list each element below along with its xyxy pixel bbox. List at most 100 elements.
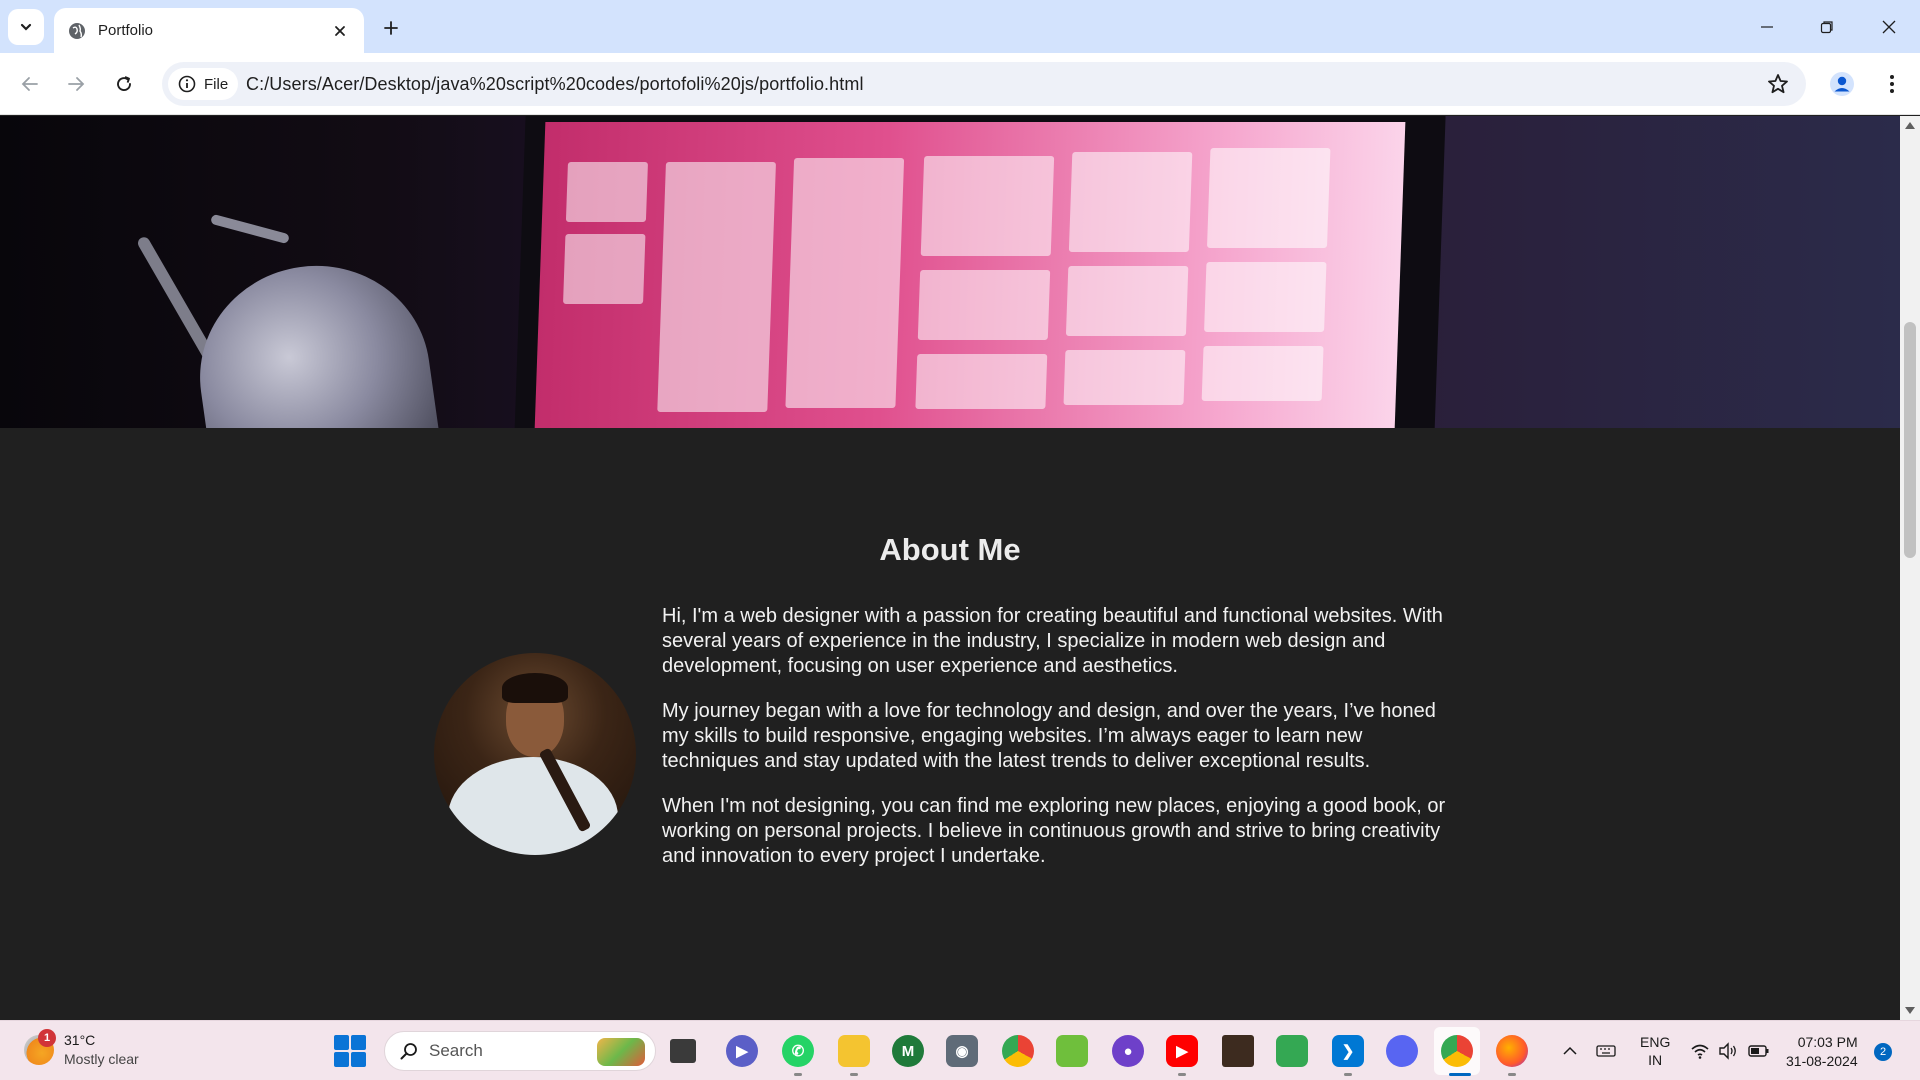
running-indicator bbox=[1344, 1073, 1352, 1076]
file-explorer-icon[interactable] bbox=[838, 1035, 870, 1067]
screen-card bbox=[1204, 262, 1327, 332]
screen-card bbox=[917, 270, 1051, 340]
notification-badge[interactable]: 2 bbox=[1874, 1043, 1892, 1061]
clock-time: 07:03 PM bbox=[1797, 1034, 1858, 1050]
screen-card bbox=[915, 354, 1048, 409]
new-tab-button[interactable] bbox=[376, 13, 406, 43]
photo-shirt bbox=[448, 757, 618, 855]
vscode-icon[interactable]: ❯ bbox=[1332, 1035, 1364, 1067]
back-button[interactable] bbox=[12, 66, 48, 102]
screen-card bbox=[1206, 148, 1331, 248]
camera-icon[interactable]: ◉ bbox=[946, 1035, 978, 1067]
chrome-active-icon[interactable] bbox=[1441, 1035, 1473, 1067]
screen-card bbox=[1063, 350, 1186, 405]
tab-close-button[interactable] bbox=[328, 19, 352, 43]
screen-card bbox=[1068, 152, 1193, 252]
chat-icon[interactable] bbox=[1276, 1035, 1308, 1067]
discord-icon[interactable] bbox=[1386, 1035, 1418, 1067]
scroll-down-arrow-icon[interactable] bbox=[1905, 1007, 1915, 1014]
about-paragraph: Hi, I'm a web designer with a passion fo… bbox=[662, 605, 1443, 677]
site-chip-label: File bbox=[204, 75, 229, 93]
chrome-icon[interactable] bbox=[1002, 1035, 1034, 1067]
screen-card bbox=[920, 156, 1055, 256]
start-button[interactable] bbox=[334, 1035, 366, 1067]
teams-meet-icon[interactable]: ▶ bbox=[726, 1035, 758, 1067]
youtube-icon[interactable]: ▶ bbox=[1166, 1035, 1198, 1067]
address-bar[interactable]: File C:/Users/Acer/Desktop/java%20script… bbox=[162, 62, 1806, 106]
region-code: IN bbox=[1648, 1052, 1663, 1068]
windows-logo-pane bbox=[351, 1052, 366, 1067]
screen-card bbox=[1201, 346, 1324, 401]
language-indicator[interactable]: ENG IN bbox=[1640, 1033, 1670, 1069]
close-window-button[interactable] bbox=[1866, 7, 1912, 47]
about-paragraph: When I'm not designing, you can find me … bbox=[662, 795, 1446, 867]
restore-icon bbox=[1820, 21, 1833, 34]
running-indicator bbox=[1508, 1073, 1516, 1076]
forward-button[interactable] bbox=[58, 66, 94, 102]
weather-widget[interactable]: 1 31°C Mostly clear bbox=[24, 1029, 139, 1069]
firefox-icon[interactable] bbox=[1496, 1035, 1528, 1067]
laptop-screen bbox=[533, 122, 1406, 428]
search-highlight-icon bbox=[597, 1038, 645, 1066]
running-indicator bbox=[1178, 1073, 1186, 1076]
volume-icon[interactable] bbox=[1718, 1042, 1738, 1060]
tab-strip: Portfolio bbox=[0, 0, 1920, 53]
bookmark-star-icon[interactable] bbox=[1766, 72, 1790, 96]
more-vertical-icon bbox=[1890, 75, 1894, 93]
close-icon bbox=[1882, 20, 1896, 34]
task-view-icon[interactable] bbox=[670, 1039, 696, 1063]
running-indicator bbox=[794, 1073, 802, 1076]
taskbar-search[interactable]: Search bbox=[384, 1031, 656, 1071]
tab-search-button[interactable] bbox=[8, 9, 44, 45]
minimize-button[interactable] bbox=[1744, 7, 1790, 47]
tab-title: Portfolio bbox=[98, 22, 154, 39]
about-title: About Me bbox=[879, 532, 1021, 567]
page-viewport: About Me Hi, I'm a web designer with a p… bbox=[0, 116, 1900, 1020]
person-icon bbox=[1830, 72, 1854, 96]
info-icon bbox=[178, 75, 196, 93]
clock[interactable]: 07:03 PM 31-08-2024 bbox=[1786, 1033, 1858, 1071]
profile-photo bbox=[434, 653, 636, 855]
wifi-icon[interactable] bbox=[1690, 1042, 1710, 1060]
keyboard-icon[interactable] bbox=[1596, 1043, 1616, 1059]
about-text: Hi, I'm a web designer with a passion fo… bbox=[662, 604, 1462, 889]
laptop-frame bbox=[514, 116, 1446, 428]
windows-logo-pane bbox=[334, 1035, 349, 1050]
page-scrollbar[interactable] bbox=[1900, 116, 1920, 1020]
plus-icon bbox=[384, 21, 398, 35]
lamp-arm-joint bbox=[210, 213, 290, 245]
mongodb-icon[interactable]: M bbox=[892, 1035, 924, 1067]
screen-card bbox=[657, 162, 776, 412]
screen-card bbox=[565, 162, 648, 222]
chevron-up-icon[interactable] bbox=[1562, 1043, 1578, 1059]
profile-button[interactable] bbox=[1824, 66, 1860, 102]
search-placeholder: Search bbox=[429, 1041, 483, 1060]
scroll-thumb[interactable] bbox=[1904, 322, 1916, 558]
weather-temperature: 31°C bbox=[64, 1032, 96, 1048]
scroll-up-arrow-icon[interactable] bbox=[1905, 122, 1915, 129]
restore-button[interactable] bbox=[1804, 7, 1850, 47]
site-info-chip[interactable]: File bbox=[168, 68, 238, 100]
lamp-head bbox=[185, 251, 445, 428]
about-paragraph: My journey began with a love for technol… bbox=[662, 700, 1436, 772]
language-code: ENG bbox=[1640, 1034, 1671, 1050]
reload-icon bbox=[117, 76, 131, 91]
search-icon bbox=[400, 1043, 417, 1060]
chevron-down-icon bbox=[20, 23, 32, 31]
url-text[interactable]: C:/Users/Acer/Desktop/java%20script%20co… bbox=[246, 74, 864, 95]
weather-text: 31°C Mostly clear bbox=[64, 1031, 139, 1069]
weather-description: Mostly clear bbox=[64, 1051, 139, 1067]
battery-icon[interactable] bbox=[1748, 1043, 1770, 1059]
hero-image bbox=[0, 116, 1900, 428]
game-icon[interactable] bbox=[1056, 1035, 1088, 1067]
github-icon[interactable]: ● bbox=[1112, 1035, 1144, 1067]
about-section: About Me Hi, I'm a web designer with a p… bbox=[0, 428, 1900, 1020]
whatsapp-icon[interactable]: ✆ bbox=[782, 1035, 814, 1067]
browser-toolbar: File C:/Users/Acer/Desktop/java%20script… bbox=[0, 53, 1920, 115]
menu-button[interactable] bbox=[1874, 66, 1910, 102]
minimize-icon bbox=[1761, 26, 1773, 28]
running-indicator bbox=[850, 1073, 858, 1076]
minecraft-icon[interactable] bbox=[1222, 1035, 1254, 1067]
reload-button[interactable] bbox=[106, 66, 142, 102]
tab-portfolio[interactable]: Portfolio bbox=[54, 8, 364, 53]
